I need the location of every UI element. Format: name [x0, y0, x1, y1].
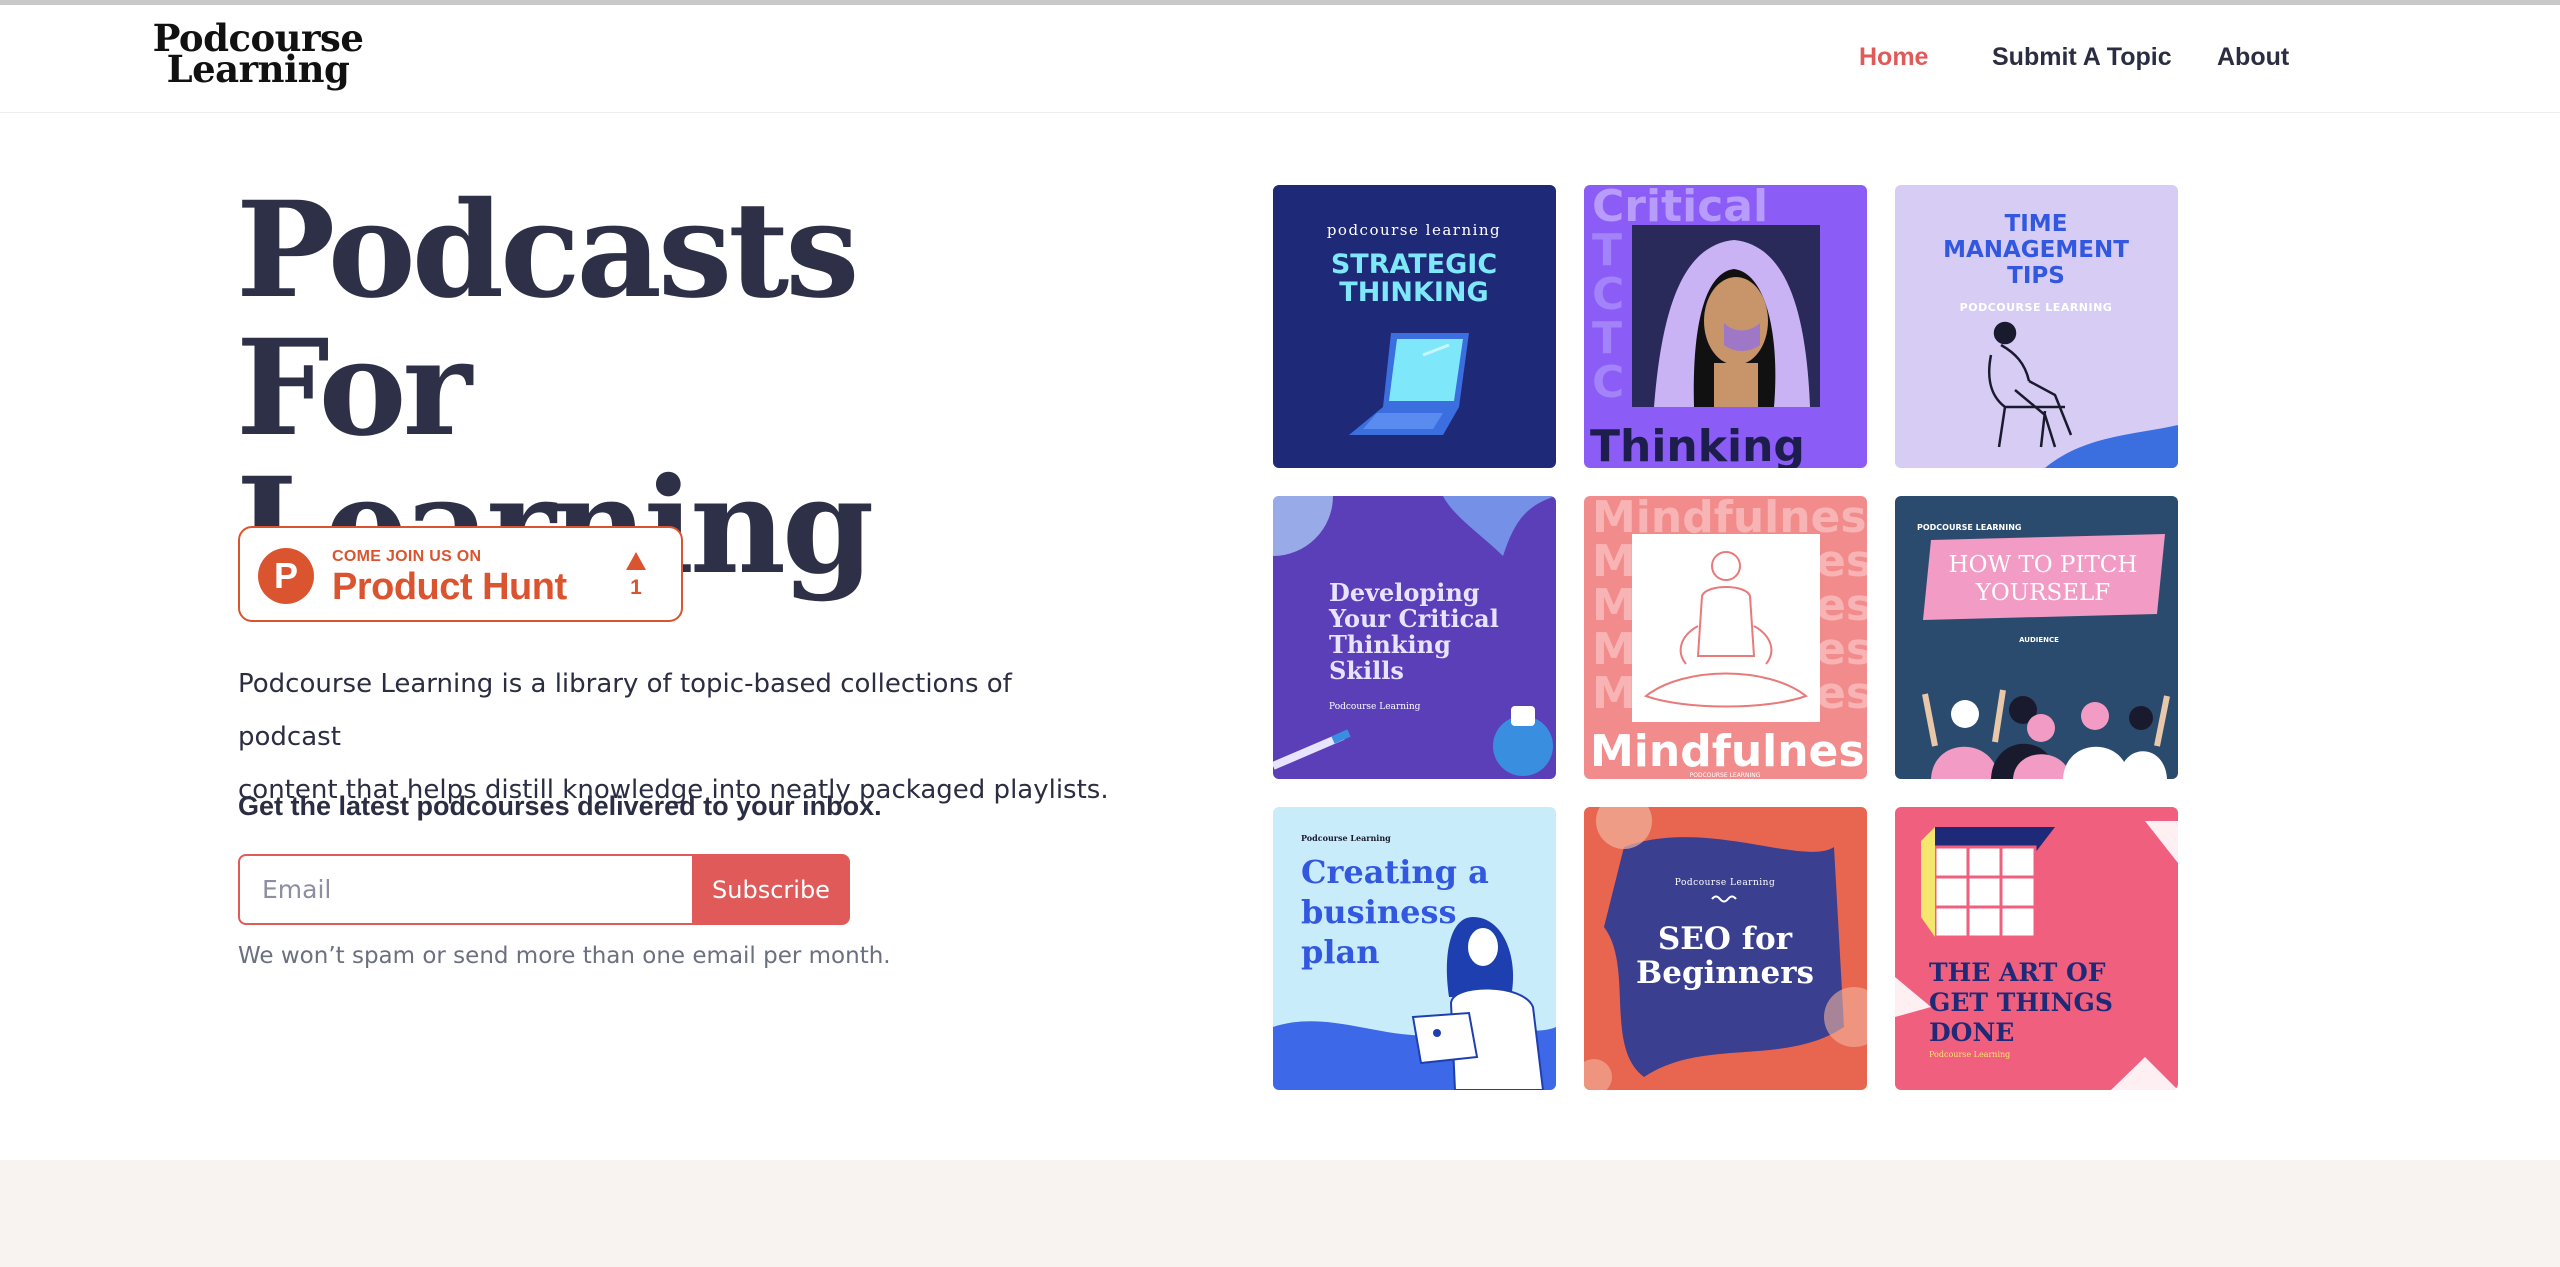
site-header: Podcourse Learning Home Submit A Topic A… [0, 5, 2560, 113]
upvote-arrow-icon [626, 552, 646, 570]
cover-brand: PODCOURSE LEARNING [1690, 772, 1761, 779]
nav-about[interactable]: About [2217, 43, 2289, 72]
cover-seo-beginners[interactable]: Podcourse Learning SEO for Beginners [1584, 807, 1867, 1090]
cover-pitch-yourself[interactable]: PODCOURSE LEARNING HOW TO PITCH YOURSELF… [1895, 496, 2178, 779]
cover-title-line-3: DONE [1929, 1018, 2014, 1047]
upvote-count: 1 [630, 576, 642, 599]
cover-title-line-2: MANAGEMENT [1943, 237, 2129, 263]
cover-get-things-done[interactable]: THE ART OF GET THINGS DONE Podcourse Lea… [1895, 807, 2178, 1090]
cover-brand: PODCOURSE LEARNING [1917, 523, 2022, 532]
logo-line-2: Learning [166, 47, 350, 91]
cover-brand: PODCOURSE LEARNING [1960, 301, 2113, 314]
cover-brand: Podcourse Learning [1329, 702, 1421, 712]
cover-brand: Podcourse Learning [1301, 833, 1391, 843]
cover-developing-critical-thinking[interactable]: Developing Your Critical Thinking Skills… [1273, 496, 1556, 779]
hero-title-line-1: Podcasts For [236, 173, 860, 466]
cover-bg-letter: C [1592, 357, 1624, 408]
cover-title-line-1: STRATEGIC [1331, 249, 1497, 280]
product-hunt-small-label: COME JOIN US ON [332, 548, 482, 565]
cover-title-line-3: plan [1301, 933, 1380, 971]
email-input[interactable] [238, 854, 694, 925]
cover-business-plan[interactable]: Podcourse Learning Creating a business p… [1273, 807, 1556, 1090]
cover-critical-thinking[interactable]: Critical T C T C Thinking [1584, 185, 1867, 468]
cover-mindfulness[interactable]: Mindfulness M M M M ess ess ess ess Mind… [1584, 496, 1867, 779]
grid-cube-icon [1921, 827, 2055, 939]
cover-title-line-1: TIME [2005, 211, 2068, 237]
cover-title-line-2: Your Critical [1328, 604, 1499, 633]
newsletter-form: Subscribe [238, 854, 850, 925]
cover-brand: Podcourse Learning [1675, 878, 1775, 888]
cover-title-line-3: Thinking [1329, 630, 1451, 659]
cover-bg-letter: M [1592, 668, 1636, 719]
cover-time-management[interactable]: TIME MANAGEMENT TIPS PODCOURSE LEARNING [1895, 185, 2178, 468]
site-logo[interactable]: Podcourse Learning [138, 20, 378, 91]
cover-title-line-1: Creating a [1301, 853, 1489, 891]
footer-band [0, 1160, 2560, 1267]
cover-title-line-2: THINKING [1339, 277, 1488, 308]
product-hunt-icon: P [258, 548, 314, 604]
cover-brand: podcourse learning [1327, 221, 1501, 239]
cover-strategic-thinking[interactable]: podcourse learning STRATEGIC THINKING [1273, 185, 1556, 468]
cover-title-line-3: TIPS [2007, 263, 2065, 289]
cover-small-label: AUDIENCE [2019, 636, 2059, 644]
spam-note: We won’t spam or send more than one emai… [238, 943, 891, 969]
nav-submit-topic[interactable]: Submit A Topic [1992, 43, 2172, 72]
cover-brand: Podcourse Learning [1929, 1050, 2010, 1059]
cover-title-line-4: Skills [1329, 656, 1404, 685]
nav-home[interactable]: Home [1859, 43, 1928, 72]
cover-title-line-2: Beginners [1636, 955, 1814, 991]
newsletter-cta: Get the latest podcourses delivered to y… [238, 791, 882, 821]
cover-title-line-1: Developing [1329, 578, 1480, 607]
cover-title: Thinking [1590, 421, 1805, 468]
cover-title-line-1: THE ART OF [1929, 958, 2106, 987]
description-line-1: Podcourse Learning is a library of topic… [238, 669, 1012, 752]
subscribe-button[interactable]: Subscribe [692, 854, 850, 925]
product-hunt-badge[interactable]: P COME JOIN US ON Product Hunt 1 [238, 526, 683, 622]
cover-bg-letters: ess [1816, 668, 1867, 719]
cover-title-line-1: SEO for [1658, 921, 1793, 957]
cover-title-line-2: YOURSELF [1975, 580, 2111, 606]
cover-title-line-2: business [1301, 893, 1456, 931]
cover-title-line-2: GET THINGS [1929, 988, 2113, 1017]
product-hunt-label: Product Hunt [332, 566, 567, 608]
cover-title-line-1: HOW TO PITCH [1949, 552, 2138, 578]
cover-title: Mindfulness [1590, 726, 1867, 777]
